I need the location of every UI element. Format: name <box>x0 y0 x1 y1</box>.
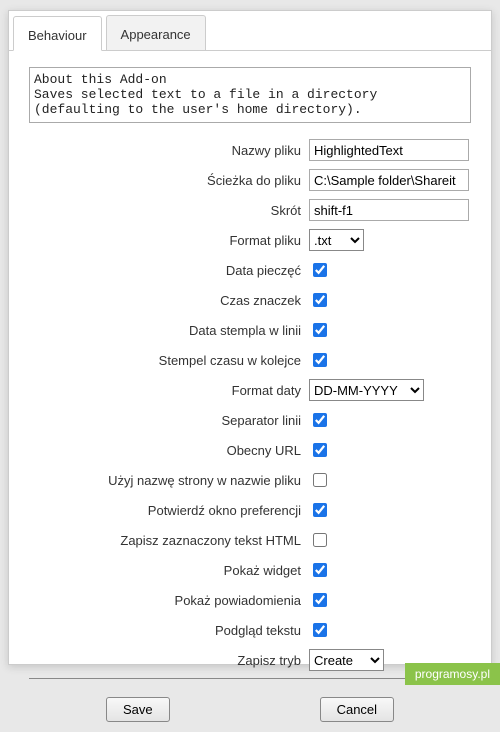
row-lineseparator: Separator linii <box>29 408 471 432</box>
checkbox-show-widget[interactable] <box>313 563 327 577</box>
input-filename[interactable] <box>309 139 469 161</box>
checkbox-lineseparator[interactable] <box>313 413 327 427</box>
row-filename: Nazwy pliku <box>29 138 471 162</box>
label-dateformat: Format daty <box>29 383 309 398</box>
checkbox-currenturl[interactable] <box>313 443 327 457</box>
row-dateformat: Format daty DD-MM-YYYY <box>29 378 471 402</box>
tab-appearance[interactable]: Appearance <box>106 15 206 50</box>
row-pagename-in-filename: Użyj nazwę strony w nazwie pliku <box>29 468 471 492</box>
checkbox-datestamp[interactable] <box>313 263 327 277</box>
row-timestamp-queue: Stempel czasu w kolejce <box>29 348 471 372</box>
checkbox-text-preview[interactable] <box>313 623 327 637</box>
row-datestamp-inline: Data stempla w linii <box>29 318 471 342</box>
checkbox-timestamp-queue[interactable] <box>313 353 327 367</box>
tab-content: Nazwy pliku Ścieżka do pliku Skrót Forma… <box>9 51 491 732</box>
label-save-mode: Zapisz tryb <box>29 653 309 668</box>
label-pagename-in-filename: Użyj nazwę strony w nazwie pliku <box>29 473 309 488</box>
watermark: programosy.pl <box>405 663 500 685</box>
label-confirm-pref: Potwierdź okno preferencji <box>29 503 309 518</box>
row-save-html: Zapisz zaznaczony tekst HTML <box>29 528 471 552</box>
label-filename: Nazwy pliku <box>29 143 309 158</box>
form: Nazwy pliku Ścieżka do pliku Skrót Forma… <box>29 138 471 722</box>
label-filepath: Ścieżka do pliku <box>29 173 309 188</box>
button-bar: Save Cancel <box>29 697 471 722</box>
checkbox-timestamp[interactable] <box>313 293 327 307</box>
checkbox-datestamp-inline[interactable] <box>313 323 327 337</box>
label-show-notifications: Pokaż powiadomienia <box>29 593 309 608</box>
select-save-mode[interactable]: Create <box>309 649 384 671</box>
label-show-widget: Pokaż widget <box>29 563 309 578</box>
row-show-notifications: Pokaż powiadomienia <box>29 588 471 612</box>
row-show-widget: Pokaż widget <box>29 558 471 582</box>
label-timestamp-queue: Stempel czasu w kolejce <box>29 353 309 368</box>
label-shortcut: Skrót <box>29 203 309 218</box>
preferences-panel: Behaviour Appearance Nazwy pliku Ścieżka… <box>8 10 492 665</box>
checkbox-show-notifications[interactable] <box>313 593 327 607</box>
save-button[interactable]: Save <box>106 697 170 722</box>
label-datestamp: Data pieczęć <box>29 263 309 278</box>
input-shortcut[interactable] <box>309 199 469 221</box>
about-textarea[interactable] <box>29 67 471 123</box>
label-lineseparator: Separator linii <box>29 413 309 428</box>
select-fileformat[interactable]: .txt <box>309 229 364 251</box>
input-filepath[interactable] <box>309 169 469 191</box>
row-datestamp: Data pieczęć <box>29 258 471 282</box>
label-timestamp: Czas znaczek <box>29 293 309 308</box>
label-currenturl: Obecny URL <box>29 443 309 458</box>
label-text-preview: Podgląd tekstu <box>29 623 309 638</box>
checkbox-confirm-pref[interactable] <box>313 503 327 517</box>
checkbox-save-html[interactable] <box>313 533 327 547</box>
tab-bar: Behaviour Appearance <box>9 11 491 51</box>
row-currenturl: Obecny URL <box>29 438 471 462</box>
label-fileformat: Format pliku <box>29 233 309 248</box>
row-shortcut: Skrót <box>29 198 471 222</box>
row-confirm-pref: Potwierdź okno preferencji <box>29 498 471 522</box>
row-fileformat: Format pliku .txt <box>29 228 471 252</box>
row-filepath: Ścieżka do pliku <box>29 168 471 192</box>
tab-behaviour[interactable]: Behaviour <box>13 16 102 51</box>
row-text-preview: Podgląd tekstu <box>29 618 471 642</box>
label-datestamp-inline: Data stempla w linii <box>29 323 309 338</box>
checkbox-pagename-in-filename[interactable] <box>313 473 327 487</box>
select-dateformat[interactable]: DD-MM-YYYY <box>309 379 424 401</box>
cancel-button[interactable]: Cancel <box>320 697 394 722</box>
label-save-html: Zapisz zaznaczony tekst HTML <box>29 533 309 548</box>
row-timestamp: Czas znaczek <box>29 288 471 312</box>
